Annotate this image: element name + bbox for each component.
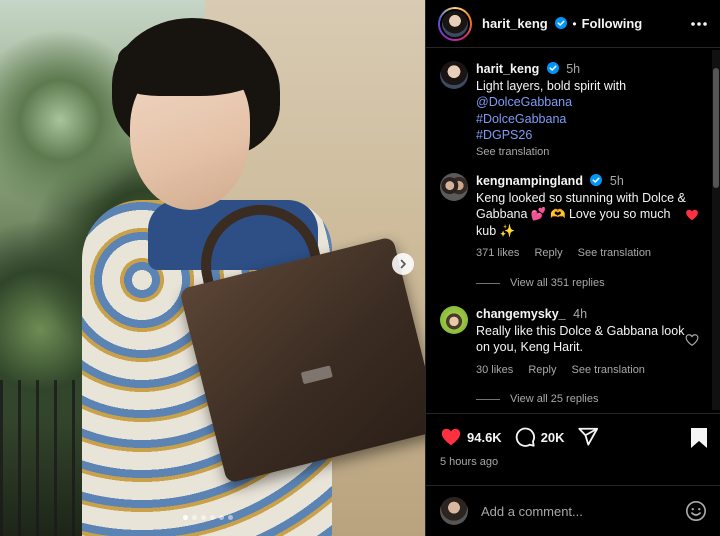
following-button[interactable]: Following [582,16,643,31]
author-username[interactable]: harit_keng [482,16,568,31]
post-image[interactable] [0,0,425,536]
scrollbar-thumb[interactable] [713,68,719,188]
caption-hashtag[interactable]: #DolceGabbana [476,111,691,128]
comment-like-heart-icon[interactable] [685,333,699,347]
bag-logo [300,365,333,385]
comments-list[interactable]: harit_keng 5h Light layers, bold spirit … [426,48,713,413]
post-actions: 94.6K 20K 5 hours ago [426,413,720,485]
comment-username[interactable]: changemysky_ [476,307,566,321]
comment-username[interactable]: kengnampingland [476,174,583,188]
carousel-dot [219,515,224,520]
header-separator: • [572,16,577,31]
carousel-dot [201,515,206,520]
more-horizontal-icon[interactable] [689,14,709,34]
carousel-dot [183,515,188,520]
comment-time: 5h [609,174,624,188]
reply-button[interactable]: Reply [534,247,562,259]
comment-avatar[interactable] [440,173,468,201]
replies-divider [476,282,500,284]
verified-badge-icon [555,17,568,29]
heart-icon [441,428,461,446]
carousel-next-button[interactable] [392,253,414,275]
carousel-dot [192,515,197,520]
like-count[interactable]: 94.6K [467,430,502,445]
caption-hashtag[interactable]: #DGPS26 [476,127,691,144]
share-button[interactable] [577,426,599,448]
add-comment-bar [426,485,720,536]
current-user-avatar[interactable] [440,497,468,525]
reply-button[interactable]: Reply [528,364,556,376]
author-avatar[interactable] [438,6,472,41]
comment-text: Really like this Dolce & Gabbana look on… [476,323,685,355]
carousel-dot [228,515,233,520]
comment-like-heart-icon[interactable] [685,208,699,222]
replies-divider [476,398,500,400]
caption-mention[interactable]: @DolceGabbana [476,94,691,111]
post-timestamp: 5 hours ago [440,456,499,468]
comment-count[interactable]: 20K [541,430,565,445]
bookmark-icon[interactable] [689,427,709,449]
post-side-panel: harit_keng • Following harit_keng 5h Lig… [425,0,720,536]
comment-button[interactable]: 20K [514,426,565,448]
add-comment-input[interactable] [481,503,681,519]
post-header: harit_keng • Following [426,0,720,48]
comment-likes[interactable]: 371 likes [476,247,519,259]
view-replies-button[interactable]: View all 351 replies [476,277,605,289]
caption-username[interactable]: harit_keng [476,62,539,76]
comment-text: Keng looked so stunning with Dolce & Gab… [476,190,686,238]
see-translation-link[interactable]: See translation [476,146,549,158]
see-translation-link[interactable]: See translation [572,364,645,376]
comment-icon [515,427,535,447]
see-translation-link[interactable]: See translation [578,247,651,259]
caption-avatar[interactable] [440,61,468,89]
carousel-dot [210,515,215,520]
comment-likes[interactable]: 30 likes [476,364,513,376]
like-button[interactable]: 94.6K [440,426,502,448]
share-icon [577,427,598,446]
verified-badge-icon [590,174,603,186]
caption-text: Light layers, bold spirit with [476,78,627,93]
caption-time: 5h [566,62,581,76]
carousel-indicators [183,515,233,520]
chevron-right-icon [400,259,406,269]
view-replies-button[interactable]: View all 25 replies [476,393,598,405]
emoji-icon[interactable] [685,500,707,522]
comment-avatar[interactable] [440,306,468,334]
comment-time: 4h [573,307,588,321]
verified-badge-icon [546,62,559,74]
comments-scrollbar[interactable] [712,50,720,410]
